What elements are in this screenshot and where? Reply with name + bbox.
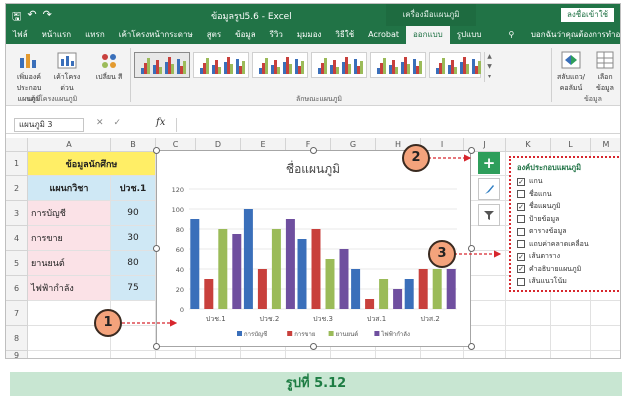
annotation-arrows (122, 154, 502, 327)
figure-caption: รูปที่ 5.12 (10, 372, 622, 396)
callout-2: 2 (402, 144, 430, 172)
callout-3: 3 (428, 240, 456, 268)
callout-1: 1 (94, 309, 122, 337)
